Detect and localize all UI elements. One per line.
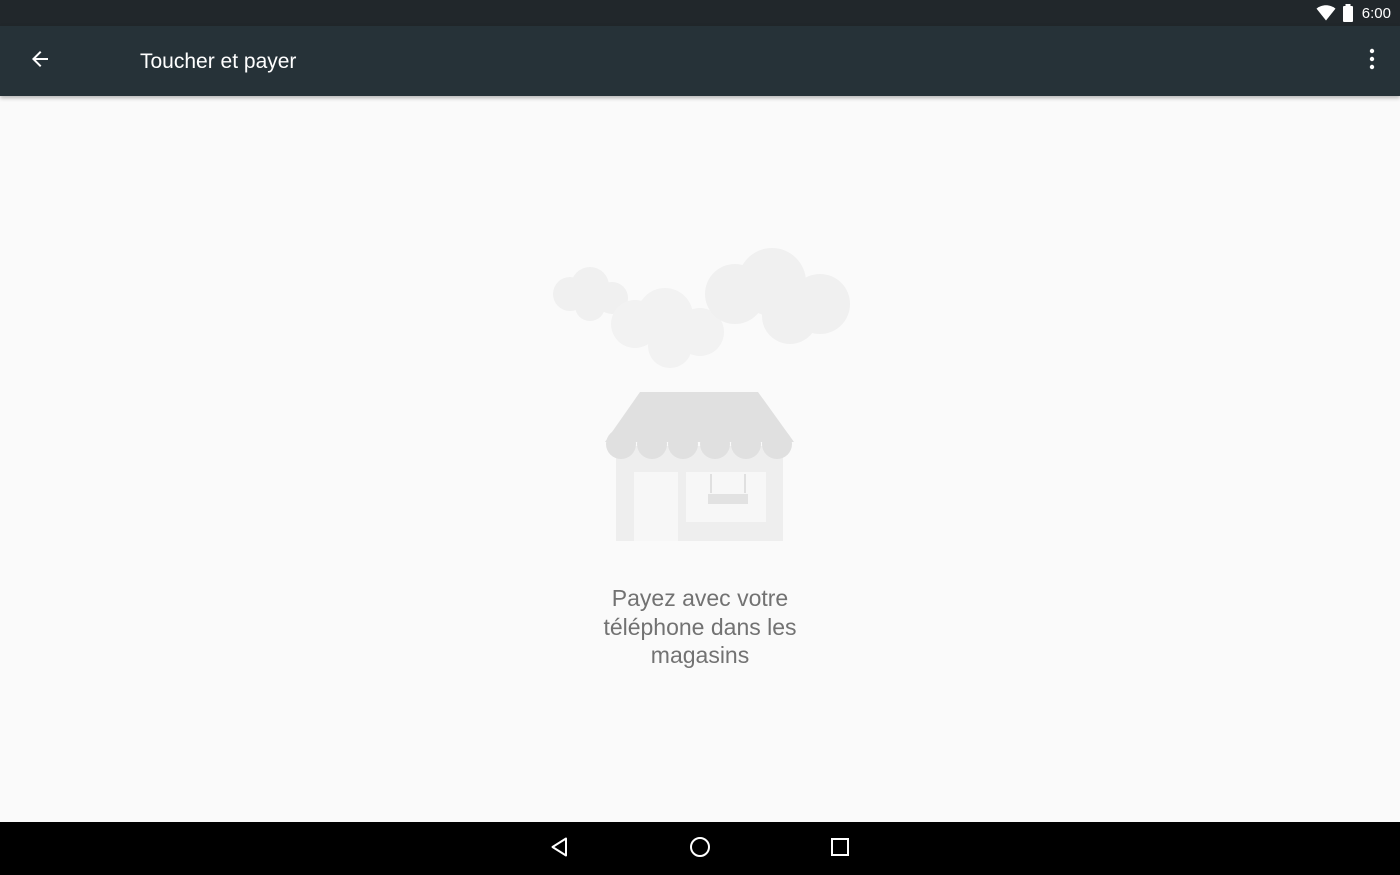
recents-square-icon	[830, 837, 850, 862]
main-content: Payez avec votre téléphone dans les maga…	[0, 96, 1400, 822]
more-vert-icon	[1369, 48, 1375, 75]
nav-home-button[interactable]	[678, 828, 722, 870]
back-button[interactable]	[16, 37, 64, 85]
page-title: Toucher et payer	[140, 50, 297, 73]
empty-state-message: Payez avec votre téléphone dans les maga…	[603, 585, 797, 668]
nav-back-button[interactable]	[538, 828, 582, 870]
home-circle-icon	[689, 836, 711, 863]
status-time: 6:00	[1361, 4, 1391, 22]
arrow-back-icon	[28, 47, 52, 76]
navigation-bar	[0, 822, 1400, 875]
back-triangle-icon	[549, 836, 571, 863]
battery-icon	[1342, 4, 1354, 22]
status-icons: 6:00	[1316, 0, 1391, 26]
more-options-button[interactable]	[1354, 37, 1390, 85]
nav-recents-button[interactable]	[818, 828, 862, 870]
cloud-icon	[705, 248, 850, 344]
app-bar: Toucher et payer	[0, 26, 1400, 96]
wifi-icon	[1316, 5, 1336, 21]
store-illustration	[540, 246, 860, 551]
status-bar: 6:00	[0, 0, 1400, 26]
